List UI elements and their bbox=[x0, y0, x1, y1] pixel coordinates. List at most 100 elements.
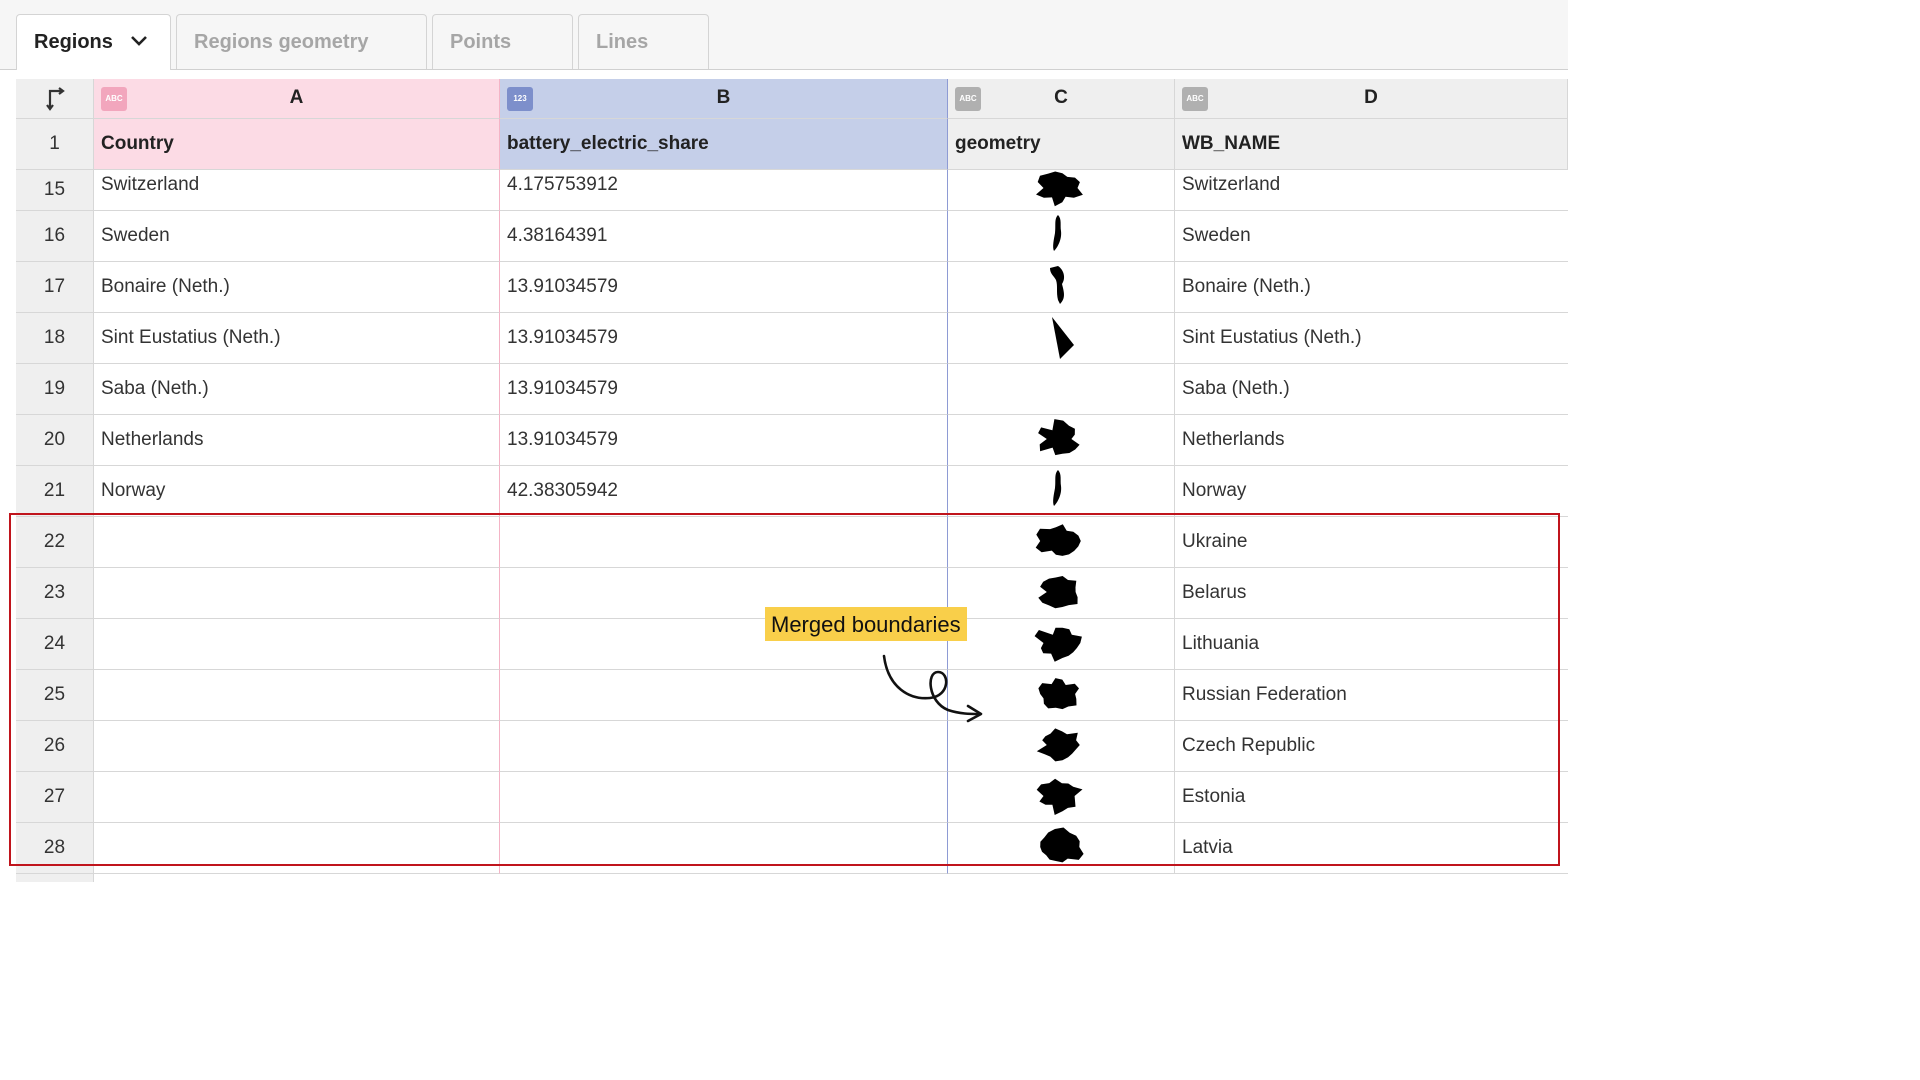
select-all-corner[interactable] bbox=[16, 79, 94, 119]
row-number[interactable]: 17 bbox=[16, 262, 94, 313]
table-cell-battery-electric-share[interactable]: 4.38164391 bbox=[500, 211, 948, 262]
column-header-d[interactable]: ABC D bbox=[1175, 79, 1568, 119]
row-number[interactable]: 22 bbox=[16, 517, 94, 568]
table-cell-country[interactable]: Switzerland bbox=[94, 170, 500, 211]
switzerland-shape-icon bbox=[1036, 171, 1083, 207]
table-cell-geometry[interactable] bbox=[948, 364, 1175, 415]
table-cell-country[interactable] bbox=[94, 772, 500, 823]
table-cell-geometry[interactable] bbox=[948, 823, 1175, 874]
belarus-shape-icon bbox=[1038, 576, 1078, 609]
tab-points[interactable]: Points bbox=[432, 14, 573, 69]
estonia-shape-icon bbox=[1036, 778, 1083, 815]
table-cell-wb-name[interactable]: Saba (Neth.) bbox=[1175, 364, 1568, 415]
table-cell-country[interactable] bbox=[94, 823, 500, 874]
column-letter: B bbox=[716, 87, 731, 108]
table-cell-geometry[interactable] bbox=[948, 568, 1175, 619]
table-cell-country[interactable]: Saba (Neth.) bbox=[94, 364, 500, 415]
sheet-tab-bar: Regions Regions geometry Points Lines bbox=[0, 0, 1568, 70]
table-cell-geometry[interactable] bbox=[948, 170, 1175, 211]
tab-label: Regions bbox=[34, 31, 113, 53]
table-cell-battery-electric-share[interactable]: 13.91034579 bbox=[500, 415, 948, 466]
table-cell-battery-electric-share[interactable] bbox=[500, 721, 948, 772]
table-cell-battery-electric-share[interactable]: 13.91034579 bbox=[500, 364, 948, 415]
tab-lines[interactable]: Lines bbox=[578, 14, 709, 69]
latvia-shape-icon bbox=[1040, 827, 1084, 863]
table-cell-wb-name[interactable]: Ukraine bbox=[1175, 517, 1568, 568]
tab-regions-geometry[interactable]: Regions geometry bbox=[176, 14, 427, 69]
table-cell-wb-name[interactable]: Latvia bbox=[1175, 823, 1568, 874]
row-number[interactable]: 27 bbox=[16, 772, 94, 823]
row-number[interactable]: 16 bbox=[16, 211, 94, 262]
row-number bbox=[16, 874, 94, 882]
table-cell-country[interactable]: Norway bbox=[94, 466, 500, 517]
table-cell-wb-name[interactable]: Belarus bbox=[1175, 568, 1568, 619]
table-cell-geometry[interactable] bbox=[948, 772, 1175, 823]
row-number[interactable]: 18 bbox=[16, 313, 94, 364]
row-number[interactable]: 24 bbox=[16, 619, 94, 670]
table-cell-wb-name[interactable]: Switzerland bbox=[1175, 170, 1568, 211]
table-cell-battery-electric-share[interactable] bbox=[500, 772, 948, 823]
netherlands-shape-icon bbox=[1038, 419, 1080, 456]
table-cell-wb-name[interactable]: Netherlands bbox=[1175, 415, 1568, 466]
table-cell-country[interactable] bbox=[94, 568, 500, 619]
row-number[interactable]: 26 bbox=[16, 721, 94, 772]
column-header-c[interactable]: ABC C bbox=[948, 79, 1175, 119]
chevron-down-icon[interactable] bbox=[130, 35, 148, 47]
sint-eustatius-shape-icon bbox=[1052, 317, 1074, 359]
table-cell-wb-name[interactable]: Sint Eustatius (Neth.) bbox=[1175, 313, 1568, 364]
norway-shape-icon bbox=[1053, 470, 1062, 506]
row-number[interactable]: 23 bbox=[16, 568, 94, 619]
column-header-a[interactable]: ABC A bbox=[94, 79, 500, 119]
row-number[interactable]: 20 bbox=[16, 415, 94, 466]
table-cell-wb-name[interactable]: Norway bbox=[1175, 466, 1568, 517]
table-cell-geometry[interactable] bbox=[948, 517, 1175, 568]
table-cell-geometry[interactable] bbox=[948, 415, 1175, 466]
row-number[interactable]: 21 bbox=[16, 466, 94, 517]
table-cell-country[interactable]: Sweden bbox=[94, 211, 500, 262]
table-cell-country[interactable] bbox=[94, 670, 500, 721]
row-number-header[interactable]: 1 bbox=[16, 119, 94, 170]
column-header-b[interactable]: 123 B bbox=[500, 79, 948, 119]
table-cell-wb-name[interactable]: Sweden bbox=[1175, 211, 1568, 262]
table-cell-wb-name[interactable]: Czech Republic bbox=[1175, 721, 1568, 772]
column-letter: D bbox=[1364, 87, 1378, 108]
row-number[interactable]: 28 bbox=[16, 823, 94, 874]
field-header-country[interactable]: Country bbox=[94, 119, 500, 170]
transpose-icon bbox=[46, 87, 65, 111]
type-badge-icon: ABC bbox=[1182, 87, 1208, 111]
field-header-geometry[interactable]: geometry bbox=[948, 119, 1175, 170]
table-cell-country[interactable] bbox=[94, 619, 500, 670]
table-cell-country[interactable]: Sint Eustatius (Neth.) bbox=[94, 313, 500, 364]
table-cell-battery-electric-share[interactable]: 42.38305942 bbox=[500, 466, 948, 517]
annotation-label: Merged boundaries bbox=[765, 607, 967, 641]
table-cell-country[interactable] bbox=[94, 517, 500, 568]
spreadsheet-grid[interactable]: 1 ABC A Country 123 Bbattery_electric_share A… bbox=[16, 79, 1568, 882]
table-cell-battery-electric-share[interactable]: 4.175753912 bbox=[500, 170, 948, 211]
table-cell-geometry[interactable] bbox=[948, 466, 1175, 517]
table-cell-battery-electric-share[interactable]: 13.91034579 bbox=[500, 262, 948, 313]
table-cell-geometry[interactable] bbox=[948, 211, 1175, 262]
table-cell-geometry[interactable] bbox=[948, 721, 1175, 772]
row-number[interactable]: 15 bbox=[16, 170, 94, 211]
table-cell-wb-name[interactable]: Russian Federation bbox=[1175, 670, 1568, 721]
tab-regions[interactable]: Regions bbox=[16, 14, 171, 70]
table-cell-wb-name[interactable]: Estonia bbox=[1175, 772, 1568, 823]
table-cell-battery-electric-share[interactable] bbox=[500, 517, 948, 568]
tab-label: Lines bbox=[596, 31, 649, 53]
table-cell-country[interactable]: Bonaire (Neth.) bbox=[94, 262, 500, 313]
row-number[interactable]: 19 bbox=[16, 364, 94, 415]
field-header-wb-name[interactable]: WB_NAME bbox=[1175, 119, 1568, 170]
czech-shape-icon bbox=[1036, 728, 1080, 762]
table-cell-geometry[interactable] bbox=[948, 262, 1175, 313]
row-number[interactable]: 25 bbox=[16, 670, 94, 721]
ukraine-shape-icon bbox=[1035, 524, 1081, 556]
table-cell-country[interactable]: Netherlands bbox=[94, 415, 500, 466]
type-badge-icon: 123 bbox=[507, 87, 533, 111]
table-cell-geometry[interactable] bbox=[948, 313, 1175, 364]
table-cell-country[interactable] bbox=[94, 721, 500, 772]
table-cell-battery-electric-share[interactable]: 13.91034579 bbox=[500, 313, 948, 364]
table-cell-battery-electric-share[interactable] bbox=[500, 823, 948, 874]
table-cell-wb-name[interactable]: Lithuania bbox=[1175, 619, 1568, 670]
field-header-share[interactable]: battery_electric_share bbox=[500, 119, 948, 170]
table-cell-wb-name[interactable]: Bonaire (Neth.) bbox=[1175, 262, 1568, 313]
